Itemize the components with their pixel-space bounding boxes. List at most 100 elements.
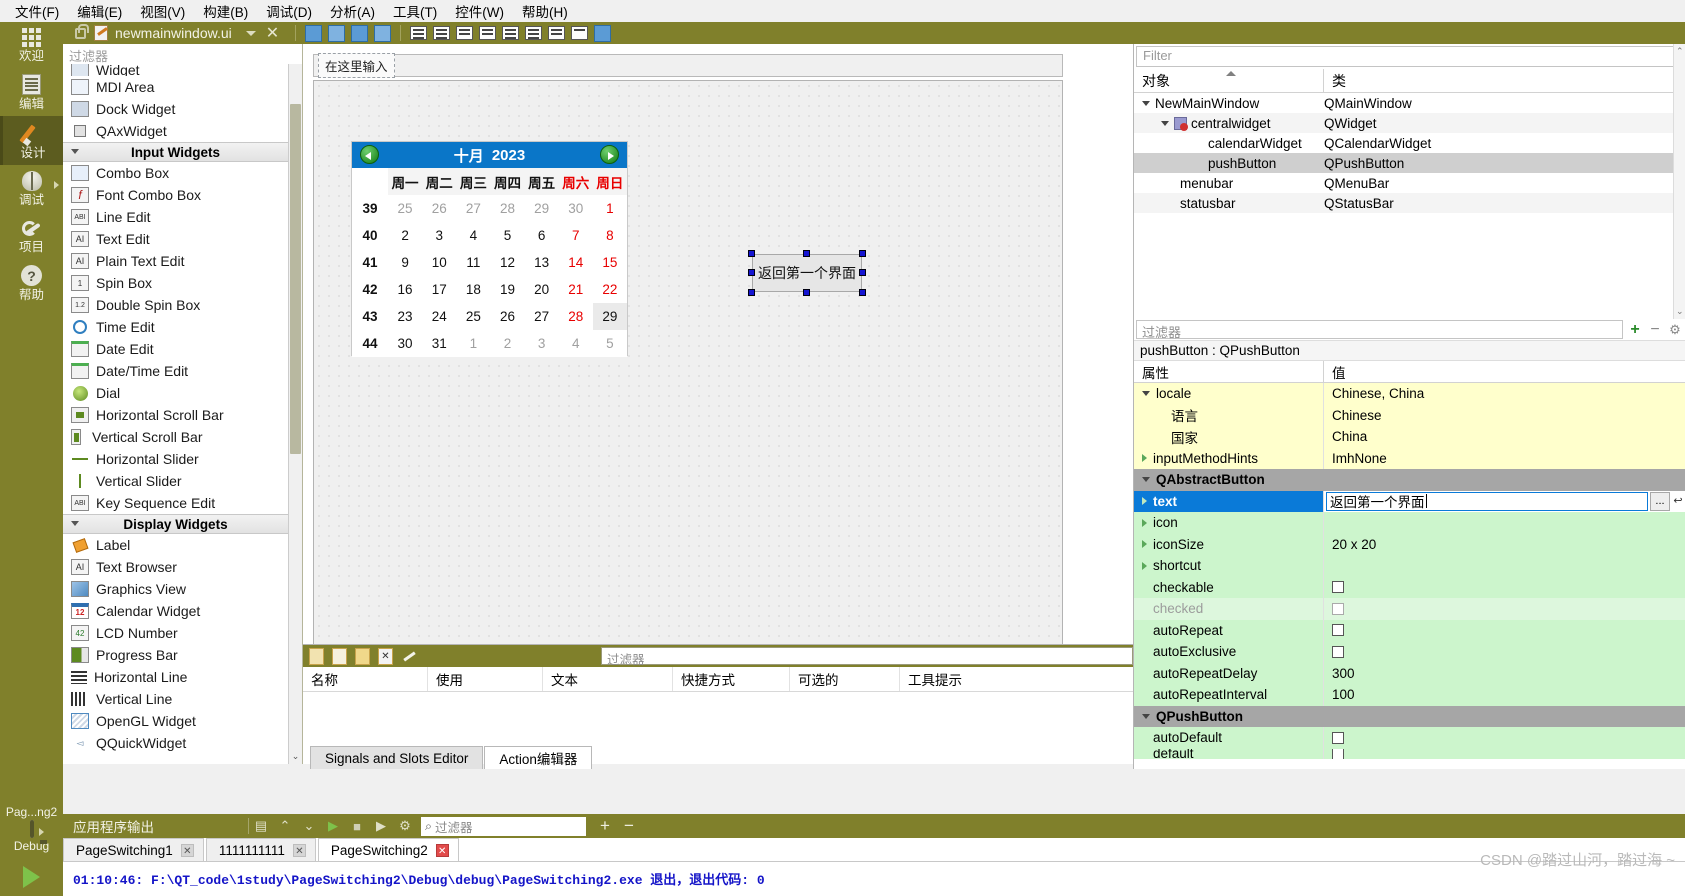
next-month-arrow-icon[interactable] <box>600 145 619 164</box>
menu-item-file[interactable]: 文件(F) <box>6 0 68 23</box>
property-value[interactable]: 100 <box>1324 684 1685 706</box>
property-row-inputmethodhints[interactable]: inputMethodHints ImhNone <box>1134 447 1685 469</box>
close-icon[interactable]: ✕ <box>180 843 194 857</box>
stop-icon[interactable]: ■ <box>345 819 369 834</box>
edit-signals-slots-icon[interactable] <box>328 24 346 42</box>
open-file-name[interactable]: newmainwindow.ui <box>115 25 232 41</box>
calendar-day-cell[interactable]: 1 <box>456 330 491 357</box>
calendar-day-cell[interactable]: 3 <box>422 222 457 249</box>
chevron-right-icon[interactable] <box>1142 454 1147 463</box>
action-col-used[interactable]: 使用 <box>428 667 543 691</box>
menu-item-analyze[interactable]: 分析(A) <box>321 0 384 23</box>
calendar-day-cell[interactable]: 22 <box>592 276 627 303</box>
configure-icon[interactable]: ⚙ <box>1665 322 1685 338</box>
widget-item-opengl-widget[interactable]: OpenGL Widget <box>63 710 288 732</box>
property-row-autorepeatdelay[interactable]: autoRepeatDelay 300 <box>1134 662 1685 684</box>
property-row-checkable[interactable]: checkable <box>1134 576 1685 598</box>
remove-property-icon[interactable]: − <box>1645 321 1665 339</box>
property-editor-filter[interactable]: 过滤器 <box>1136 320 1623 340</box>
property-text-input[interactable]: 返回第一个界面 <box>1326 491 1648 511</box>
calendar-day-cell[interactable]: 13 <box>524 249 559 276</box>
property-revert-icon[interactable]: ↩ <box>1671 492 1685 511</box>
property-row-shortcut[interactable]: shortcut <box>1134 555 1685 577</box>
calendar-day-cell[interactable]: 12 <box>490 249 525 276</box>
calendar-day-cell[interactable]: 26 <box>422 195 457 222</box>
object-inspector-row[interactable]: calendarWidget QCalendarWidget <box>1134 133 1685 153</box>
widget-item-spin-box[interactable]: 1 Spin Box <box>63 272 288 294</box>
menu-item-build[interactable]: 构建(B) <box>194 0 257 23</box>
action-col-text[interactable]: 文本 <box>543 667 673 691</box>
object-inspector-row[interactable]: centralwidget QWidget <box>1134 113 1685 133</box>
layout-grid-icon[interactable] <box>502 26 520 40</box>
zoom-out-icon[interactable]: − <box>610 816 634 836</box>
resize-handle-bottom-left[interactable] <box>748 289 755 296</box>
widget-item-line-edit[interactable]: ABI Line Edit <box>63 206 288 228</box>
action-col-tooltip[interactable]: 工具提示 <box>900 667 1133 691</box>
menu-item-edit[interactable]: 编辑(E) <box>68 0 131 23</box>
calendar-day-cell[interactable]: 18 <box>456 276 491 303</box>
property-row-checked[interactable]: checked <box>1134 598 1685 620</box>
property-row-country[interactable]: 国家 China <box>1134 426 1685 448</box>
checkbox-default[interactable] <box>1332 748 1344 759</box>
widget-item-text-edit[interactable]: AI Text Edit <box>63 228 288 250</box>
chevron-down-icon[interactable] <box>1142 391 1150 397</box>
calendar-day-cell[interactable]: 29 <box>524 195 559 222</box>
widget-group-input-widgets[interactable]: Input Widgets <box>63 142 288 162</box>
push-button-selection[interactable]: 返回第一个界面 <box>748 250 866 296</box>
property-row-locale[interactable]: locale Chinese, China <box>1134 383 1685 405</box>
chevron-down-icon[interactable]: ⌄ <box>290 750 301 762</box>
tab-signals-slots-editor[interactable]: Signals and Slots Editor <box>310 746 484 769</box>
delete-action-icon[interactable]: ✕ <box>378 647 393 665</box>
calendar-day-cell[interactable]: 20 <box>524 276 559 303</box>
property-value[interactable]: 20 x 20 <box>1324 534 1685 556</box>
widget-box-scrollbar[interactable]: ⌄ <box>288 64 302 764</box>
widget-item-double-spin-box[interactable]: 1.2 Double Spin Box <box>63 294 288 316</box>
mode-debug[interactable]: 调试 <box>0 165 63 212</box>
widget-item-text-browser[interactable]: AI Text Browser <box>63 556 288 578</box>
property-value[interactable]: Chinese <box>1324 405 1685 427</box>
action-editor-filter[interactable]: 过滤器 <box>601 647 1133 667</box>
chevron-down-icon[interactable] <box>1142 713 1150 719</box>
calendar-day-cell[interactable]: 5 <box>490 222 525 249</box>
widget-item-qquickwidget[interactable]: ◅ QQuickWidget <box>63 732 288 754</box>
calendar-day-cell[interactable]: 4 <box>558 330 593 357</box>
next-item-icon[interactable]: ⌄ <box>297 818 321 834</box>
widget-item-progress-bar[interactable]: Progress Bar <box>63 644 288 666</box>
widget-item-date-edit[interactable]: Date Edit <box>63 338 288 360</box>
menu-item-debug[interactable]: 调试(D) <box>257 0 321 23</box>
class-column-header[interactable]: 类 <box>1324 69 1346 92</box>
calendar-day-cell[interactable]: 30 <box>388 330 423 357</box>
calendar-day-cell[interactable]: 28 <box>490 195 525 222</box>
output-tab-pageswitching1[interactable]: PageSwitching1 ✕ <box>63 838 204 861</box>
object-inspector-scrollbar[interactable]: ⌃ ⌄ <box>1673 44 1685 319</box>
action-col-shortcut[interactable]: 快捷方式 <box>673 667 790 691</box>
mode-projects[interactable]: 项目 <box>0 212 63 259</box>
property-row-icon[interactable]: icon <box>1134 512 1685 534</box>
widget-item-dock-widget[interactable]: Dock Widget <box>63 98 288 120</box>
new-action-icon[interactable] <box>309 647 324 665</box>
add-property-icon[interactable]: + <box>1625 321 1645 339</box>
resize-handle-bottom-right[interactable] <box>859 289 866 296</box>
calendar-widget[interactable]: 十月 2023 周一 周二 周三 周四 周五 周六 周日 39 25 26 27… <box>351 141 628 357</box>
checkbox-autodefault[interactable] <box>1332 731 1344 744</box>
chevron-down-icon[interactable] <box>1161 120 1169 126</box>
widget-item-horizontal-scroll-bar[interactable]: Horizontal Scroll Bar <box>63 404 288 426</box>
zoom-in-icon[interactable]: + <box>586 816 610 836</box>
widget-item-vertical-line[interactable]: Vertical Line <box>63 688 288 710</box>
widget-item-time-edit[interactable]: Time Edit <box>63 316 288 338</box>
widget-item-horizontal-line[interactable]: Horizontal Line <box>63 666 288 688</box>
calendar-day-cell[interactable]: 8 <box>592 222 627 249</box>
close-icon[interactable]: ✕ <box>292 843 306 857</box>
checkbox-autorepeat[interactable] <box>1332 624 1344 637</box>
layout-splitter-h-icon[interactable] <box>456 26 474 40</box>
mode-welcome[interactable]: 欢迎 <box>0 22 63 68</box>
close-editor-icon[interactable]: ✕ <box>266 23 279 43</box>
chevron-down-icon[interactable] <box>1142 477 1150 483</box>
calendar-day-cell[interactable]: 27 <box>524 303 559 330</box>
edit-buddies-icon[interactable] <box>351 24 369 42</box>
property-row-language[interactable]: 语言 Chinese <box>1134 404 1685 427</box>
kit-selector[interactable]: Pag...ng2 Debug <box>0 805 63 896</box>
calendar-day-cell[interactable]: 16 <box>388 276 423 303</box>
calendar-day-cell[interactable]: 14 <box>558 249 593 276</box>
menu-item-tools[interactable]: 工具(T) <box>384 0 446 23</box>
